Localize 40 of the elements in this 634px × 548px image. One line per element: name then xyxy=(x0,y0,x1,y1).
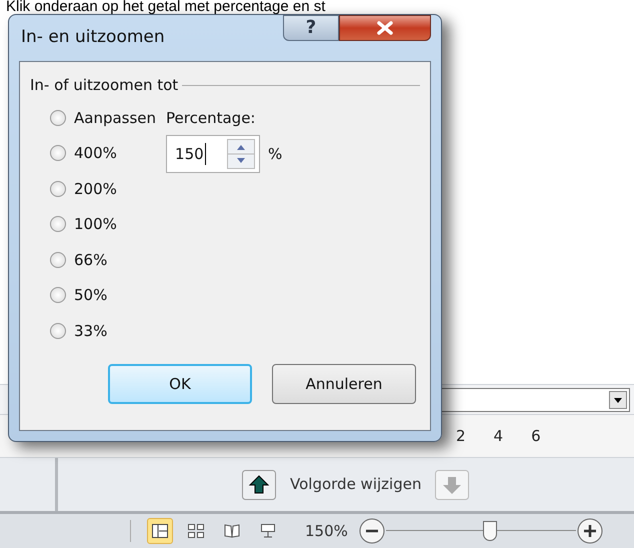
spinner-arrows-icon[interactable] xyxy=(227,139,256,169)
ruler-number: 4 xyxy=(494,426,504,447)
projector-screen-icon xyxy=(260,524,276,538)
radio-button[interactable] xyxy=(50,322,66,339)
radio-label[interactable]: 200% xyxy=(74,178,117,200)
radio-label[interactable]: 100% xyxy=(74,213,117,236)
book-icon xyxy=(224,524,240,538)
dialog-button[interactable]: OK xyxy=(108,364,252,404)
instruction-text: Klik onderaan op het getal met percentage en st xyxy=(5,0,326,14)
radio-button[interactable] xyxy=(50,110,66,126)
help-button[interactable]: ? xyxy=(283,15,339,41)
radio-label[interactable]: 50% xyxy=(74,284,108,306)
group-label: In- of uitzoomen tot xyxy=(30,75,178,96)
ruler-number: 6 xyxy=(531,426,541,447)
ruler-number: 2 xyxy=(456,426,466,447)
radio-label[interactable]: 400% xyxy=(74,142,117,164)
radio-button[interactable] xyxy=(50,287,66,304)
radio-button[interactable] xyxy=(50,216,66,232)
radio-label[interactable]: 66% xyxy=(74,248,108,271)
normal-view-icon xyxy=(152,524,168,538)
radio-label[interactable]: Aanpassen xyxy=(74,106,156,129)
radio-button[interactable] xyxy=(50,145,66,162)
dialog-title: In- en uitzoomen xyxy=(20,26,165,50)
reorder-label: Volgorde wijzigen xyxy=(290,474,422,496)
percent-sign: % xyxy=(268,144,282,165)
radio-button[interactable] xyxy=(50,180,66,197)
zoom-percentage[interactable]: 150% xyxy=(305,520,348,542)
zoom-out-icon[interactable] xyxy=(358,517,386,545)
dialog-button[interactable]: Annuleren xyxy=(272,364,416,404)
percentage-label: Percentage: xyxy=(166,108,256,128)
dropdown-caret-icon[interactable] xyxy=(609,390,627,408)
view-button[interactable] xyxy=(147,518,173,544)
radio-button[interactable] xyxy=(50,252,66,268)
percentage-spin-field[interactable]: 150 xyxy=(166,135,260,173)
zoom-slider-thumb[interactable] xyxy=(483,521,498,541)
close-icon[interactable] xyxy=(376,21,394,35)
grid-view-icon xyxy=(188,524,204,538)
close-button[interactable] xyxy=(339,15,431,41)
zoom-in-icon[interactable] xyxy=(576,517,604,545)
radio-label[interactable]: 33% xyxy=(74,320,108,342)
